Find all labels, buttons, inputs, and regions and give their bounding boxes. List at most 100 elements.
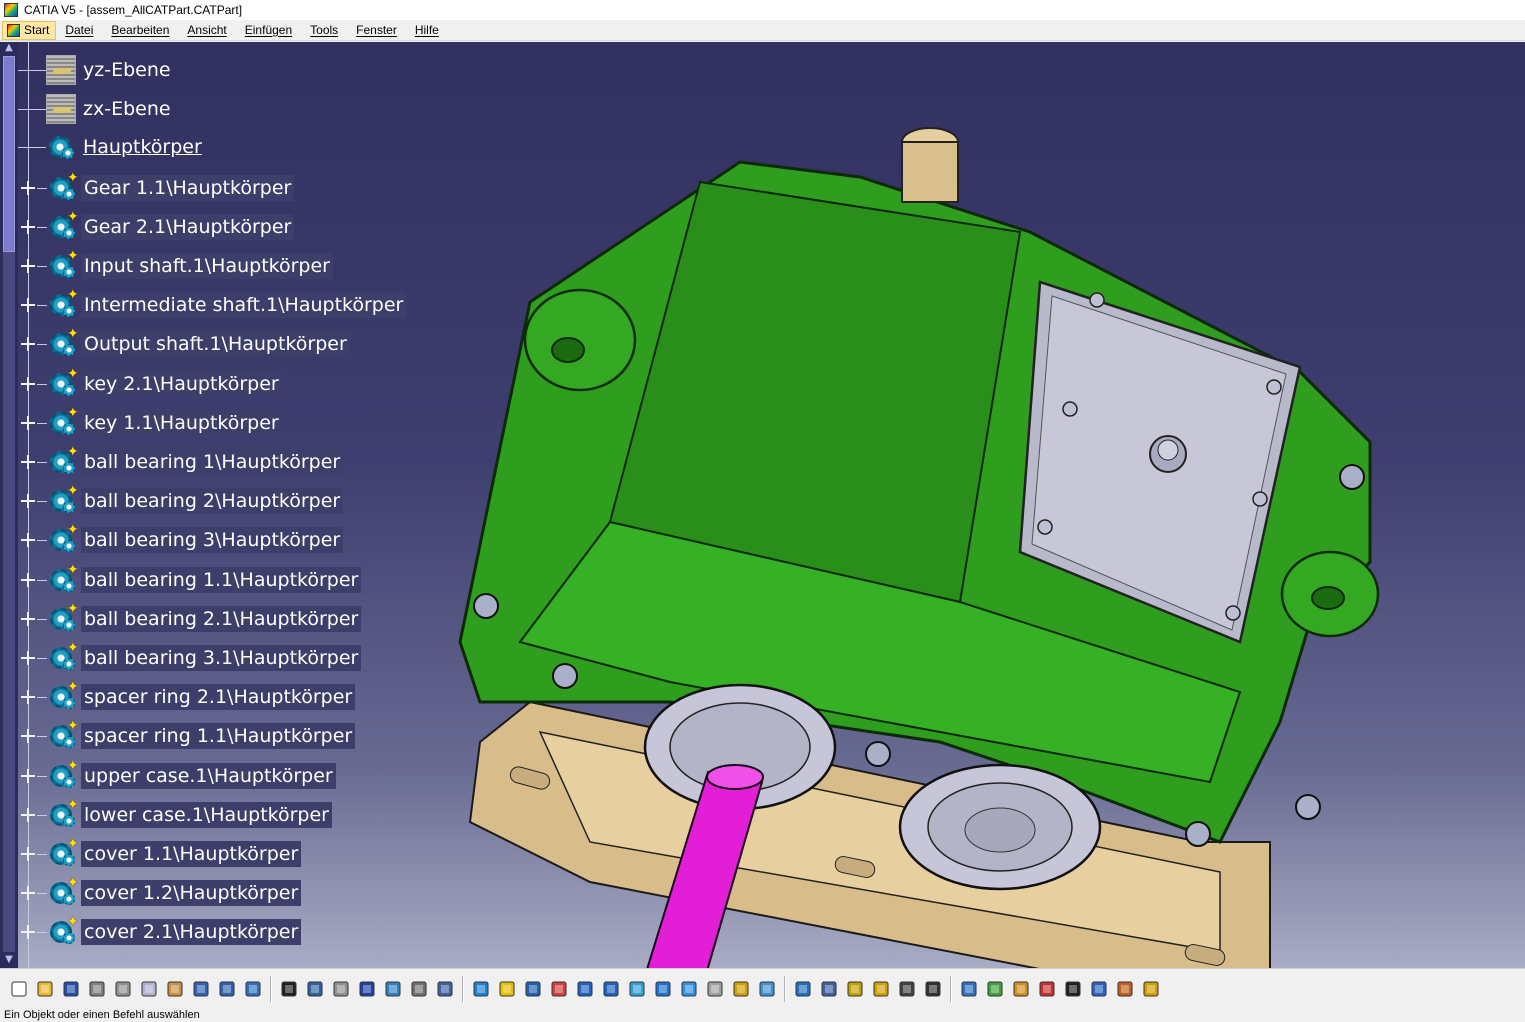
tree-item-label[interactable]: cover 1.1\Hauptkörper: [81, 841, 302, 867]
tree-item-label[interactable]: ball bearing 2.1\Hauptkörper: [81, 606, 362, 632]
part-body-icon[interactable]: ✦: [47, 602, 79, 634]
tree-item-label[interactable]: ball bearing 2\Hauptkörper: [81, 488, 344, 514]
axis-icon[interactable]: [920, 976, 946, 1002]
scroll-down-icon[interactable]: ▼: [3, 954, 15, 966]
cut-icon[interactable]: [110, 976, 136, 1002]
tree-item[interactable]: ✦ cover 2.1\Hauptkörper: [18, 915, 302, 949]
tree-item[interactable]: ✦ upper case.1\Hauptkörper: [18, 759, 336, 793]
shading-icon[interactable]: [702, 976, 728, 1002]
menu-bearbeiten[interactable]: Bearbeiten: [102, 20, 178, 41]
part-body-icon[interactable]: ✦: [47, 876, 79, 908]
tree-scrollbar[interactable]: ▲ ▼: [0, 42, 18, 968]
expand-plus-icon[interactable]: [19, 335, 37, 353]
scroll-up-icon[interactable]: ▲: [3, 42, 15, 54]
part-body-icon[interactable]: ✦: [47, 484, 79, 516]
comment-icon[interactable]: [302, 976, 328, 1002]
menu-datei[interactable]: Datei: [56, 20, 102, 41]
tree-item[interactable]: ✦ cover 1.2\Hauptkörper: [18, 876, 302, 910]
menu-start[interactable]: Start: [2, 20, 57, 40]
part-body-icon[interactable]: ✦: [47, 759, 79, 791]
menu-fenster[interactable]: Fenster: [347, 20, 406, 41]
tree-item-label[interactable]: lower case.1\Hauptkörper: [81, 802, 332, 828]
tree-item-label[interactable]: spacer ring 1.1\Hauptkörper: [81, 723, 356, 749]
catalog-icon[interactable]: [432, 976, 458, 1002]
table-icon[interactable]: [354, 976, 380, 1002]
tree-item[interactable]: ✦ spacer ring 2.1\Hauptkörper: [18, 680, 356, 714]
tree-item-label[interactable]: spacer ring 2.1\Hauptkörper: [81, 684, 356, 710]
tree-item-label[interactable]: Input shaft.1\Hauptkörper: [81, 253, 333, 279]
measure-icon[interactable]: [816, 976, 842, 1002]
tree-item[interactable]: ✦ lower case.1\Hauptkörper: [18, 798, 332, 832]
plane-icon[interactable]: [46, 55, 76, 85]
tree-item[interactable]: ✦ ball bearing 3.1\Hauptkörper: [18, 641, 362, 675]
3d-viewport[interactable]: ▲ ▼ yz-Ebene zx-Ebene Hauptkörper ✦ Gear 1.1…: [0, 42, 1525, 968]
expand-plus-icon[interactable]: [19, 375, 37, 393]
tree-item[interactable]: ✦ Gear 1.1\Hauptkörper: [18, 171, 295, 205]
part-body-icon[interactable]: ✦: [47, 210, 79, 242]
expand-plus-icon[interactable]: [19, 218, 37, 236]
menu-tools[interactable]: Tools: [301, 20, 347, 41]
tree-item[interactable]: yz-Ebene: [18, 53, 174, 87]
tree-item[interactable]: ✦ key 1.1\Hauptkörper: [18, 406, 282, 440]
part-body-icon[interactable]: ✦: [47, 719, 79, 751]
render-icon[interactable]: [1060, 976, 1086, 1002]
expand-plus-icon[interactable]: [19, 296, 37, 314]
paste-icon[interactable]: [162, 976, 188, 1002]
multi-view-icon[interactable]: [650, 976, 676, 1002]
bottle-icon[interactable]: [868, 976, 894, 1002]
tree-item[interactable]: ✦ ball bearing 3\Hauptkörper: [18, 523, 344, 557]
tree-item-label[interactable]: cover 2.1\Hauptkörper: [81, 919, 302, 945]
part-body-icon[interactable]: ✦: [47, 406, 79, 438]
grid-icon[interactable]: [1086, 976, 1112, 1002]
new-icon[interactable]: [6, 976, 32, 1002]
tree-item[interactable]: ✦ cover 1.1\Hauptkörper: [18, 837, 302, 871]
expand-plus-icon[interactable]: [19, 492, 37, 510]
expand-plus-icon[interactable]: [19, 727, 37, 745]
expand-plus-icon[interactable]: [19, 923, 37, 941]
swap-space-icon[interactable]: [754, 976, 780, 1002]
expand-plus-icon[interactable]: [19, 806, 37, 824]
tree-item-label[interactable]: Output shaft.1\Hauptkörper: [81, 331, 350, 357]
gearbox-3d-model[interactable]: [440, 82, 1400, 968]
expand-plus-icon[interactable]: [19, 688, 37, 706]
tree-item-label[interactable]: ball bearing 3\Hauptkörper: [81, 527, 344, 553]
tree-item[interactable]: ✦ ball bearing 1.1\Hauptkörper: [18, 563, 362, 597]
zoom-in-icon[interactable]: [572, 976, 598, 1002]
tree-item-label[interactable]: upper case.1\Hauptkörper: [81, 763, 336, 789]
whats-this-icon[interactable]: [240, 976, 266, 1002]
tree-item-label[interactable]: cover 1.2\Hauptkörper: [81, 880, 302, 906]
iso-view-icon[interactable]: [676, 976, 702, 1002]
expand-plus-icon[interactable]: [19, 884, 37, 902]
expand-plus-icon[interactable]: [19, 571, 37, 589]
camera-icon[interactable]: [894, 976, 920, 1002]
tree-item[interactable]: ✦ key 2.1\Hauptkörper: [18, 367, 282, 401]
part-body-icon[interactable]: ✦: [47, 563, 79, 595]
expand-plus-icon[interactable]: [19, 414, 37, 432]
expand-plus-icon[interactable]: [19, 610, 37, 628]
part-body-icon[interactable]: ✦: [47, 798, 79, 830]
expand-plus-icon[interactable]: [19, 257, 37, 275]
tree-item-label[interactable]: Intermediate shaft.1\Hauptkörper: [81, 292, 407, 318]
expand-plus-icon[interactable]: [19, 767, 37, 785]
tree-item-label[interactable]: Gear 1.1\Hauptkörper: [81, 175, 295, 201]
sketch-icon[interactable]: [956, 976, 982, 1002]
tree-item-label[interactable]: Gear 2.1\Hauptkörper: [81, 214, 295, 240]
part-body-icon[interactable]: ✦: [47, 327, 79, 359]
tree-item[interactable]: ✦ spacer ring 1.1\Hauptkörper: [18, 719, 356, 753]
tree-item-label[interactable]: ball bearing 1\Hauptkörper: [81, 449, 344, 475]
part-body-icon[interactable]: ✦: [47, 171, 79, 203]
open-icon[interactable]: [32, 976, 58, 1002]
part-body-icon[interactable]: ✦: [47, 837, 79, 869]
tree-item[interactable]: ✦ Input shaft.1\Hauptkörper: [18, 249, 333, 283]
zoom-out-icon[interactable]: [598, 976, 624, 1002]
tree-item[interactable]: ✦ Gear 2.1\Hauptkörper: [18, 210, 295, 244]
save-icon[interactable]: [58, 976, 84, 1002]
surface-icon[interactable]: [1008, 976, 1034, 1002]
inertia-icon[interactable]: [842, 976, 868, 1002]
fly-icon[interactable]: [468, 976, 494, 1002]
formula-icon[interactable]: [276, 976, 302, 1002]
part-body-icon[interactable]: ✦: [47, 249, 79, 281]
tree-item-label[interactable]: Hauptkörper: [80, 134, 205, 160]
tree-item[interactable]: ✦ ball bearing 2.1\Hauptkörper: [18, 602, 362, 636]
part-body-icon[interactable]: ✦: [47, 445, 79, 477]
